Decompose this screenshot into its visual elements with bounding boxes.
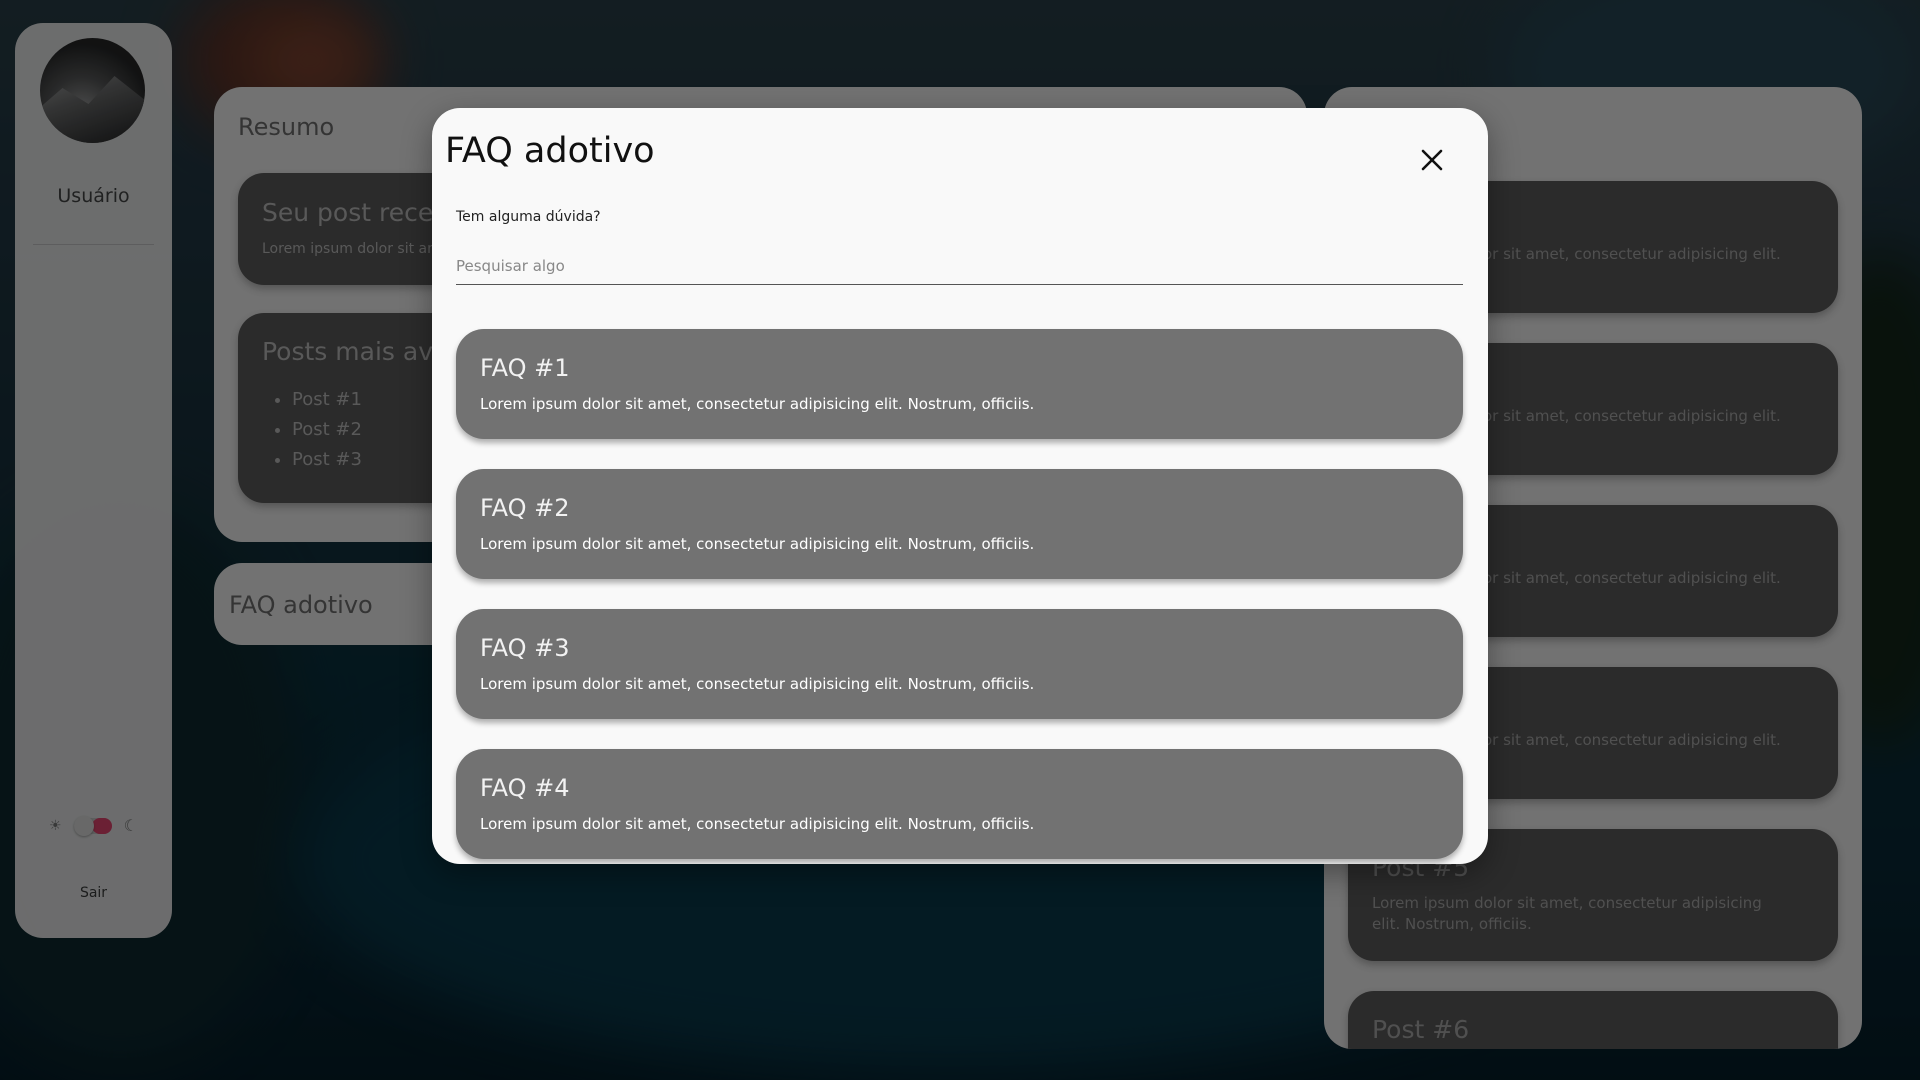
search-input[interactable] [456, 248, 1463, 285]
faq-title: FAQ #3 [480, 634, 570, 662]
faq-text: Lorem ipsum dolor sit amet, consectetur … [480, 395, 1035, 413]
faq-item[interactable]: FAQ #3 Lorem ipsum dolor sit amet, conse… [456, 609, 1463, 719]
close-button[interactable] [1417, 145, 1447, 175]
modal-title: FAQ adotivo [445, 131, 655, 171]
question-label: Tem alguma dúvida? [456, 209, 601, 225]
faq-modal: FAQ adotivo Tem alguma dúvida? FAQ #1 Lo… [432, 108, 1488, 864]
faq-title: FAQ #1 [480, 354, 570, 382]
faq-text: Lorem ipsum dolor sit amet, consectetur … [480, 535, 1035, 553]
faq-text: Lorem ipsum dolor sit amet, consectetur … [480, 815, 1035, 833]
faq-item[interactable]: FAQ #2 Lorem ipsum dolor sit amet, conse… [456, 469, 1463, 579]
faq-title: FAQ #2 [480, 494, 570, 522]
faq-text: Lorem ipsum dolor sit amet, consectetur … [480, 675, 1035, 693]
faq-title: FAQ #4 [480, 774, 570, 802]
faq-item[interactable]: FAQ #1 Lorem ipsum dolor sit amet, conse… [456, 329, 1463, 439]
faq-item[interactable]: FAQ #4 Lorem ipsum dolor sit amet, conse… [456, 749, 1463, 859]
close-icon [1421, 149, 1443, 171]
